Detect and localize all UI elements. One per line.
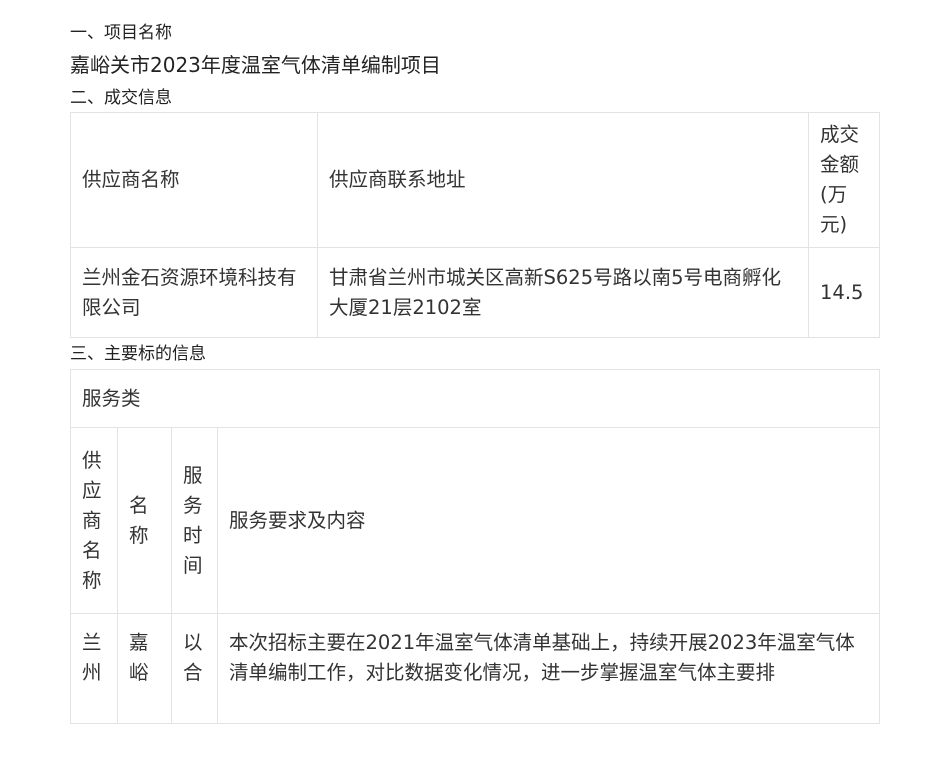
cell-service-time: 以合 xyxy=(171,613,218,724)
category-row: 服务类 xyxy=(70,369,880,428)
section-heading-main-subject: 三、主要标的信息 xyxy=(70,344,206,364)
header-service-time: 服务时间 xyxy=(171,427,218,614)
cell-supplier-address: 甘肃省兰州市城关区高新S625号路以南5号电商孵化大厦21层2102室 xyxy=(317,247,809,338)
header-supplier-name: 供应商名称 xyxy=(70,112,318,248)
cell-name: 嘉峪 xyxy=(117,613,172,724)
section-heading-project-name: 一、项目名称 xyxy=(70,23,172,43)
header-name: 名称 xyxy=(117,427,172,614)
header-supplier-address: 供应商联系地址 xyxy=(317,112,809,248)
table-header-row: 供应商名称 供应商联系地址 成交金额(万元) xyxy=(70,112,880,248)
header-service-content: 服务要求及内容 xyxy=(217,427,880,614)
cell-supplier-name: 兰州 xyxy=(70,613,118,724)
main-subject-table: 服务类 供应商名称 名称 服务时间 服务要求及内容 兰州 嘉峪 以合 本次招标主… xyxy=(70,369,880,724)
table-header-row: 供应商名称 名称 服务时间 服务要求及内容 xyxy=(70,427,880,614)
cell-service-content: 本次招标主要在2021年温室气体清单基础上，持续开展2023年温室气体清单编制工… xyxy=(217,613,880,724)
header-supplier-name: 供应商名称 xyxy=(70,427,118,614)
category-label: 服务类 xyxy=(70,369,880,428)
table-row: 兰州 嘉峪 以合 本次招标主要在2021年温室气体清单基础上，持续开展2023年… xyxy=(70,613,880,724)
cell-supplier-name: 兰州金石资源环境科技有限公司 xyxy=(70,247,318,338)
project-name: 嘉峪关市2023年度温室气体清单编制项目 xyxy=(70,53,441,77)
header-deal-amount: 成交金额(万元) xyxy=(808,112,880,248)
cell-deal-amount: 14.5 xyxy=(808,247,880,338)
table-row: 兰州金石资源环境科技有限公司 甘肃省兰州市城关区高新S625号路以南5号电商孵化… xyxy=(70,247,880,338)
deal-info-table: 供应商名称 供应商联系地址 成交金额(万元) 兰州金石资源环境科技有限公司 甘肃… xyxy=(70,112,880,338)
section-heading-deal-info: 二、成交信息 xyxy=(70,88,172,108)
